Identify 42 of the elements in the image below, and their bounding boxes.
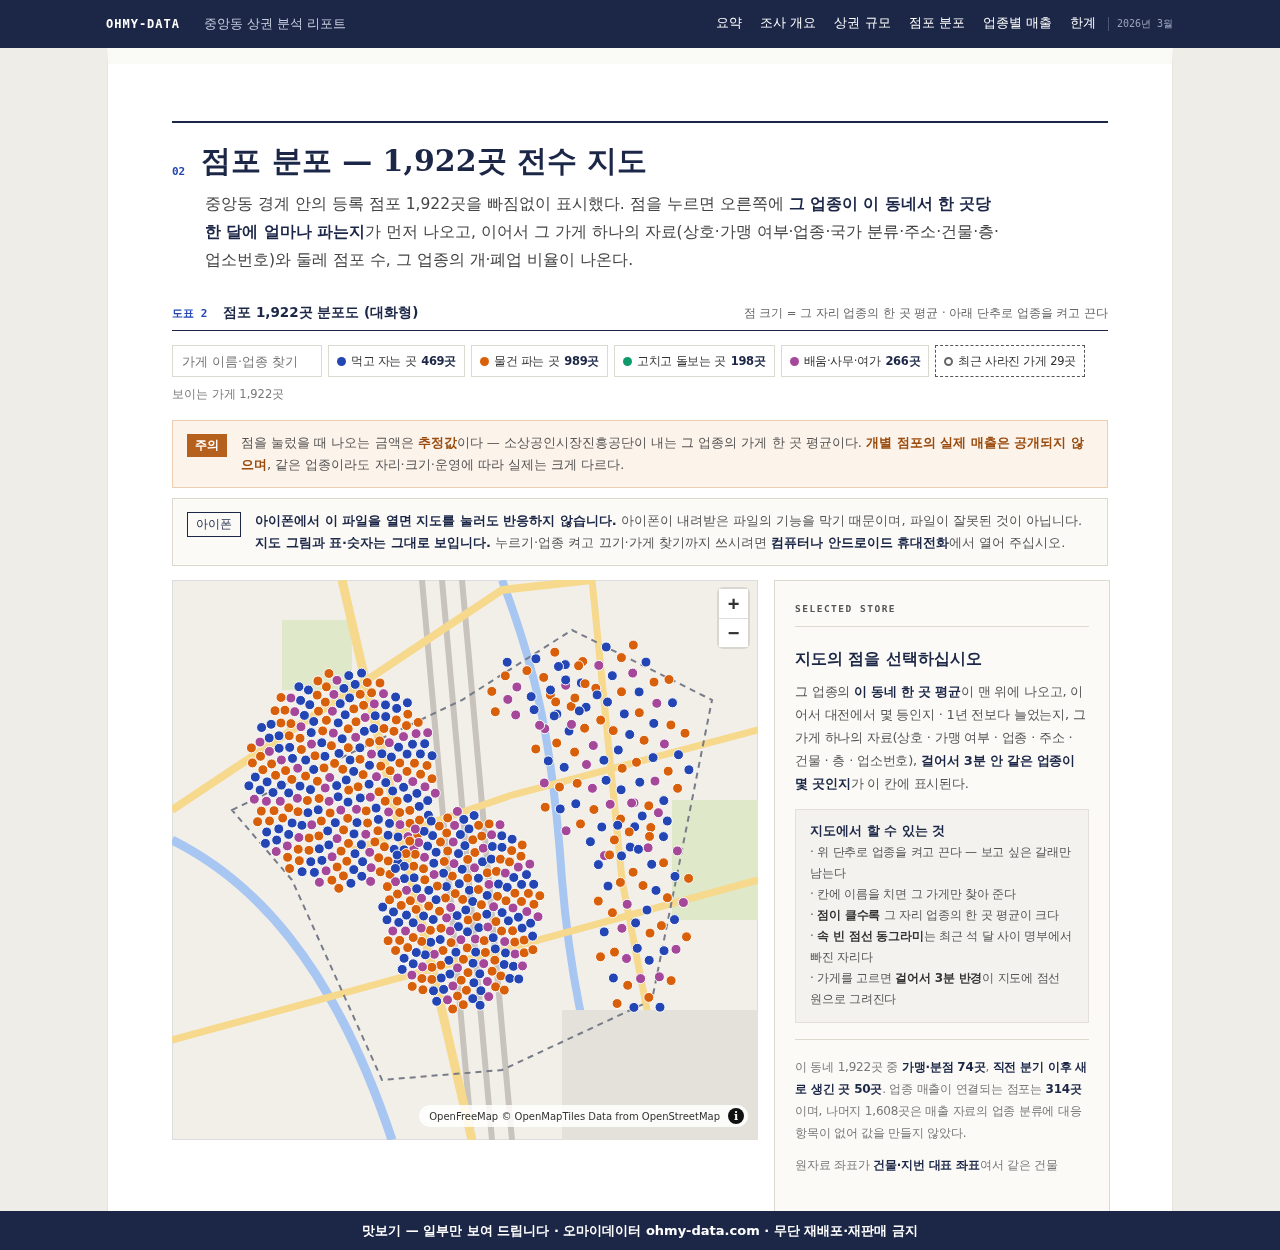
brand-logo[interactable]: OHMY-DATA <box>106 17 181 31</box>
nav-link[interactable]: 업종별 매출 <box>982 12 1052 36</box>
map-attribution: OpenFreeMap © OpenMapTiles Data from OpenStreetMap <box>429 1110 720 1122</box>
tip-text: · 속 빈 점선 동그라미는 최근 석 달 사이 명부에서 빠진 자리다 <box>810 928 1073 966</box>
nav-link[interactable]: 조사 개요 <box>760 12 817 36</box>
figure-label: 도표 2 <box>172 305 208 321</box>
closed-stores-filter-button[interactable]: 최근 사라진 가게 29곳 <box>935 345 1085 377</box>
visible-count: 보이는 가게 1,922곳 <box>172 387 286 402</box>
ring-icon <box>944 356 954 366</box>
section-number: 02 <box>172 165 186 178</box>
section-description: 중앙동 경계 안의 등록 점포 1,922곳을 빠짐없이 표시했다. 점을 누르면 오른쪽에 그 업종이 이 동네서 한 곳당 한 달에 얼마나 파는지가 먼저 나오고, 이어서 그 가게 하나의 자료(상호·가맹 여부·업종·국가 분류·주소·건물·층·업소번호)와 둘레 점포 수, 그 업종의 개·폐업 비율이 나온다. <box>205 194 1000 271</box>
search-field[interactable]: 가게 이름·업종 찾기 <box>172 345 322 377</box>
tip-text: · 점이 클수록 그 자리 업종의 한 곳 평균이 크다 <box>810 907 1060 924</box>
notice-tag: 아이폰 <box>187 512 241 537</box>
nav-link[interactable]: 요약 <box>716 12 743 36</box>
panel-intro: 그 업종의 이 동네 한 곳 평균이 맨 위에 나오고, 이어서 대전에서 몇 등인지 · 1년 전보다 늘었는지, 그 가게 하나의 자료(상호 · 가맹 여부 · 업종 · 주소 · 건물 · 층 · 업소번호), 걸어서 3분 안 같은 업종이 몇 곳인지가 이 칸에 표시된다. <box>795 683 1087 793</box>
section-title: 점포 분포 — 1,922곳 전수 지도 <box>201 142 648 180</box>
category-filter-button[interactable]: 먹고 자는 곳 469곳 <box>328 345 466 377</box>
report-date: 2026년 3월 <box>1107 17 1173 31</box>
tips-title: 지도에서 할 수 있는 것 <box>810 822 947 840</box>
nav-link[interactable]: 점포 분포 <box>908 12 965 36</box>
report-title: 중앙동 상권 분석 리포트 <box>204 15 347 33</box>
panel-note: 이 동네 1,922곳 중 가맹·분점 74곳, 직전 분기 이후 새로 생긴 곳 50곳. 업종 매출이 연결되는 점포는 314곳이며, 나머지 1,608곳은 매출 자료의 업종 분류에 대응 항목이 없어 값을 만들지 않았다. <box>795 1059 1089 1142</box>
zoom-out-button[interactable]: − <box>719 618 748 647</box>
info-button[interactable]: i <box>728 1108 744 1124</box>
tip-text: · 가게를 고르면 걸어서 3분 반경이 지도에 점선 원으로 그려진다 <box>810 970 1062 1008</box>
category-filter-button[interactable]: 배움·사무·여가 266곳 <box>780 345 930 377</box>
figure-note: 점 크기 = 그 자리 업종의 한 곳 평균 · 아래 단추로 업종을 켜고 끈다 <box>743 305 1108 321</box>
notice-text: 점을 눌렀을 때 나오는 금액은 추정값이다 — 소상공인시장진흥공단이 내는 그 업종의 가게 한 곳 평균이다. 개별 점포의 실제 매출은 공개되지 않으며, 같은 업종이라도 자리·크기·운영에 따라 실제는 크게 다르다. <box>241 434 1085 474</box>
tip-text: · 위 단추로 업종을 켜고 끈다 — 보고 싶은 갈래만 남는다 <box>810 844 1072 882</box>
notice-text: 아이폰에서 이 파일을 열면 지도를 눌러도 반응하지 않습니다. 아이폰이 내려받은 파일의 기능을 막기 때문이며, 파일이 잘못된 것이 아닙니다. 지도 그림과 표·숫자는 그대로 보입니다. 누르기·업종 켜고 끄기·가게 찾기까지 쓰시려면 컴퓨터나 안드로이드 휴대전화에서 열어 주십시오. <box>255 512 1084 552</box>
category-filter-button[interactable]: 물건 파는 곳 989곳 <box>471 345 609 377</box>
panel-eyebrow: SELECTED STORE <box>795 603 1089 627</box>
nav-link[interactable]: 한계 <box>1069 12 1096 36</box>
notice-tag: 주의 <box>187 434 227 457</box>
panel-title: 지도의 점을 선택하십시오 <box>795 649 983 670</box>
panel-note: 원자료 좌표가 건물·지번 대표 좌표여서 같은 건물 <box>795 1157 1059 1174</box>
category-filter-button[interactable]: 고치고 돌보는 곳 198곳 <box>614 345 775 377</box>
figure-title: 점포 1,922곳 분포도 (대화형) <box>223 304 419 322</box>
nav-link[interactable]: 상권 규모 <box>834 12 891 36</box>
tip-text: · 칸에 이름을 치면 그 가게만 찾아 준다 <box>810 886 1017 903</box>
footer-text: 맛보기 — 일부만 보여 드립니다 · 오마이데이터 ohmy-data.com · 무단 재배포·재판매 금지 <box>362 1221 918 1240</box>
